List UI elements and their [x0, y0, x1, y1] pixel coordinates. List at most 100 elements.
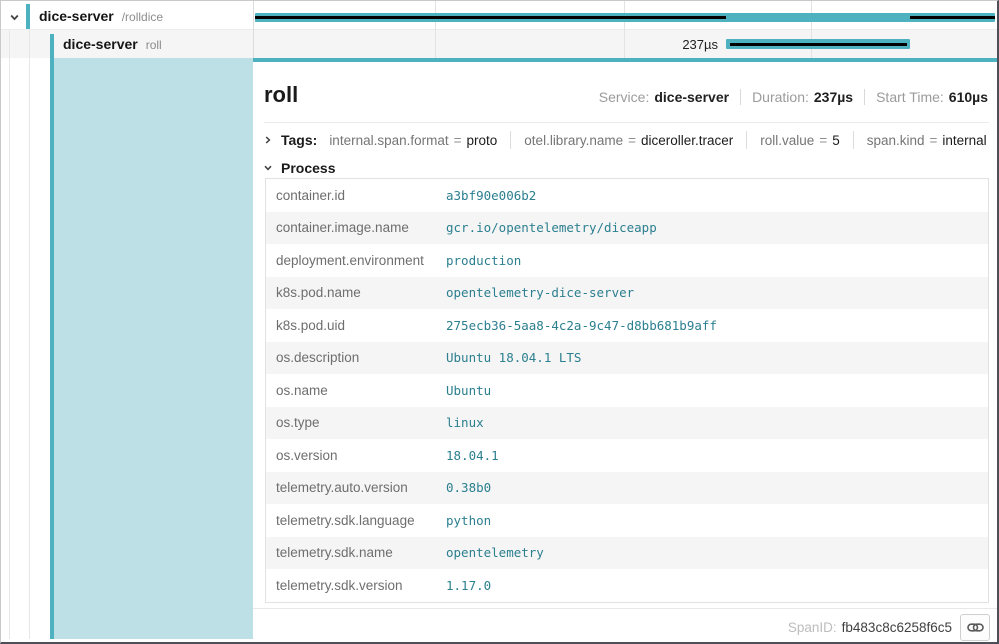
process-row: deployment.environment production — [266, 244, 988, 277]
tag-item: internal.span.format = proto — [329, 133, 497, 148]
process-row: os.description Ubuntu 18.04.1 LTS — [266, 342, 988, 375]
process-key: telemetry.sdk.name — [266, 545, 446, 560]
process-key: telemetry.sdk.language — [266, 513, 446, 528]
tag-item: otel.library.name = diceroller.tracer — [524, 133, 733, 148]
process-value: gcr.io/opentelemetry/diceapp — [446, 220, 657, 235]
tag-divider — [853, 131, 854, 149]
tag-item: roll.value = 5 — [760, 133, 839, 148]
timeline-gridline — [435, 1, 436, 58]
span-meta: Service: dice-server Duration: 237µs Sta… — [599, 89, 988, 105]
span-id-value: fb483c8c6258f6c5 — [842, 620, 952, 635]
span-bar-track-roll — [253, 39, 997, 49]
tag-key: roll.value — [760, 133, 814, 148]
duration-label: Duration: — [752, 89, 809, 105]
process-key: os.description — [266, 350, 446, 365]
meta-separator — [864, 89, 865, 105]
process-key: container.image.name — [266, 220, 446, 235]
process-section-toggle[interactable]: Process — [263, 157, 335, 179]
operation-name: /rolldice — [122, 10, 163, 24]
critical-path-segment — [730, 43, 907, 46]
trace-timeline-view: dice-server/rolldice dice-server roll 237… — [0, 0, 999, 644]
start-time-label: Start Time: — [876, 89, 944, 105]
process-key: os.version — [266, 448, 446, 463]
process-row: telemetry.sdk.language python — [266, 504, 988, 537]
tag-value: proto — [467, 133, 498, 148]
chevron-right-icon[interactable] — [263, 135, 273, 145]
process-row: os.name Ubuntu — [266, 374, 988, 407]
process-key: telemetry.sdk.version — [266, 578, 446, 593]
link-icon — [967, 621, 984, 634]
span-footer: SpanID: fb483c8c6258f6c5 — [788, 613, 990, 641]
process-key: os.type — [266, 415, 446, 430]
critical-path-segment — [910, 16, 995, 19]
service-color-bar — [26, 4, 30, 29]
timeline-gridline — [811, 1, 812, 58]
process-row: container.id a3bf90e006b2 — [266, 179, 988, 212]
span-detail-panel: roll Service: dice-server Duration: 237µ… — [253, 58, 999, 639]
service-name: dice-server — [39, 8, 114, 24]
name-column-divider — [253, 1, 254, 58]
process-value: a3bf90e006b2 — [446, 188, 536, 203]
critical-path-segment — [255, 16, 726, 19]
process-value: python — [446, 513, 491, 528]
span-duration-label: 237µs — [682, 37, 718, 52]
operation-name: roll — [146, 38, 162, 52]
tag-equals: = — [454, 133, 462, 148]
tags-summary: internal.span.format = proto otel.librar… — [329, 131, 986, 149]
tag-item: span.kind = internal — [867, 133, 987, 148]
tag-key: internal.span.format — [329, 133, 448, 148]
tag-value: 5 — [832, 133, 840, 148]
tag-key: span.kind — [867, 133, 925, 148]
process-value: Ubuntu — [446, 383, 491, 398]
process-key: k8s.pod.name — [266, 285, 446, 300]
process-row: telemetry.sdk.version 1.17.0 — [266, 569, 988, 602]
tree-indent-guide — [9, 30, 10, 639]
tag-equals: = — [819, 133, 827, 148]
tag-equals: = — [930, 133, 938, 148]
meta-separator — [740, 89, 741, 105]
span-bar-track-rolldice — [253, 13, 997, 22]
deep-link-button[interactable] — [960, 614, 990, 641]
tags-section-label: Tags: — [281, 132, 317, 148]
span-name-rolldice[interactable]: dice-server/rolldice — [39, 8, 163, 26]
start-time-value: 610µs — [949, 89, 988, 105]
process-row: telemetry.sdk.name opentelemetry — [266, 537, 988, 570]
process-value: linux — [446, 415, 484, 430]
process-section-label: Process — [281, 160, 335, 176]
process-value: production — [446, 253, 521, 268]
selected-span-highlight — [54, 58, 253, 639]
process-row: k8s.pod.uid 275ecb36-5aa8-4c2a-9c47-d8bb… — [266, 309, 988, 342]
process-table: container.id a3bf90e006b2 container.imag… — [265, 178, 989, 603]
process-value: 275ecb36-5aa8-4c2a-9c47-d8bb681b9aff — [446, 318, 717, 333]
tag-equals: = — [628, 133, 636, 148]
process-value: 1.17.0 — [446, 578, 491, 593]
tree-indent-guide — [29, 30, 30, 639]
chevron-down-icon[interactable] — [263, 163, 273, 173]
span-id-label: SpanID: — [788, 620, 837, 635]
span-detail-title: roll — [264, 82, 298, 108]
duration-value: 237µs — [814, 89, 853, 105]
chevron-down-icon[interactable] — [9, 10, 20, 28]
process-value: Ubuntu 18.04.1 LTS — [446, 350, 581, 365]
footer-divider — [253, 608, 999, 609]
process-value: 18.04.1 — [446, 448, 499, 463]
span-name-roll[interactable]: dice-server roll — [63, 36, 162, 54]
timeline-gridline — [624, 1, 625, 58]
process-row: os.type linux — [266, 407, 988, 440]
process-row: k8s.pod.name opentelemetry-dice-server — [266, 277, 988, 310]
service-name: dice-server — [63, 36, 138, 52]
service-label: Service: — [599, 89, 650, 105]
tags-section-toggle[interactable]: Tags: internal.span.format = proto otel.… — [263, 128, 987, 152]
tag-divider — [510, 131, 511, 149]
service-value: dice-server — [654, 89, 729, 105]
tag-value: diceroller.tracer — [641, 133, 733, 148]
process-value: 0.38b0 — [446, 480, 491, 495]
service-color-stripe — [50, 34, 54, 639]
process-row: container.image.name gcr.io/opentelemetr… — [266, 212, 988, 245]
process-value: opentelemetry-dice-server — [446, 285, 634, 300]
process-key: os.name — [266, 383, 446, 398]
process-key: k8s.pod.uid — [266, 318, 446, 333]
tag-key: otel.library.name — [524, 133, 623, 148]
timeline-grid — [253, 1, 997, 58]
process-row: telemetry.auto.version 0.38b0 — [266, 472, 988, 505]
